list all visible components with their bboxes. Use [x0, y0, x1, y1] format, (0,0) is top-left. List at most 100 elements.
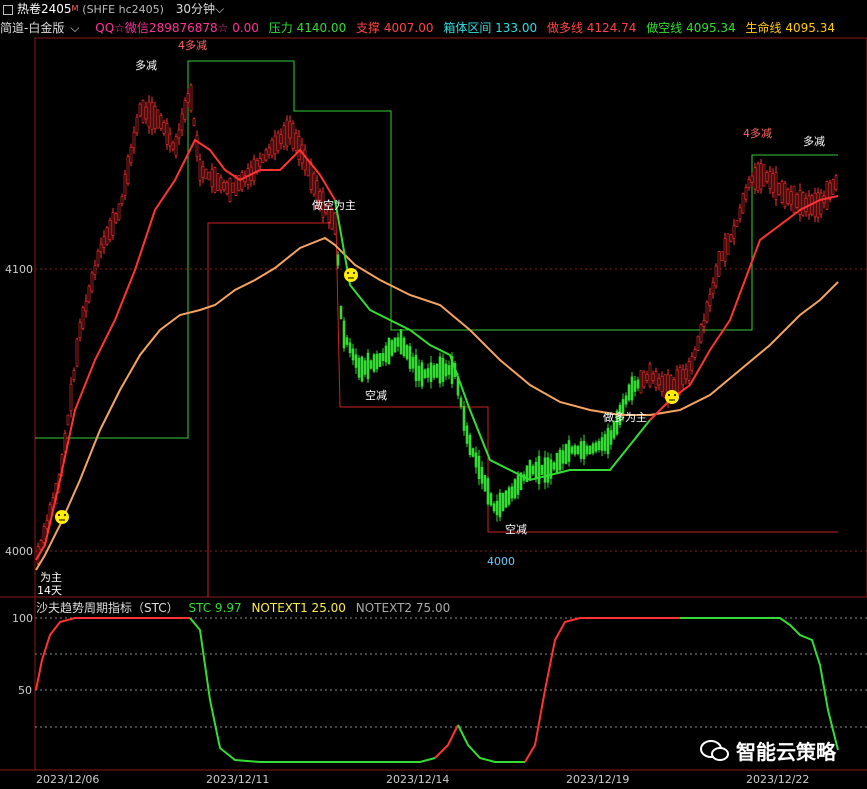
- candle-body: [834, 175, 838, 191]
- candle-body: [78, 322, 82, 338]
- candle-body: [297, 136, 301, 160]
- annotation-label: 为主: [40, 571, 62, 584]
- candle-body: [630, 376, 634, 401]
- candle-body: [735, 219, 739, 227]
- annotation-label: 4多减: [743, 126, 772, 140]
- chart-canvas[interactable]: 4100 4000 100 50 4多减 多减 做空为主 空减 空减 做多为主 …: [0, 0, 867, 789]
- candle-body: [216, 173, 220, 191]
- candle-body: [429, 362, 433, 383]
- candle-body: [198, 159, 202, 181]
- candle-body: [468, 434, 472, 456]
- candle-body: [405, 345, 409, 360]
- candle-body: [369, 360, 373, 369]
- candle-body: [645, 373, 649, 381]
- candle-body: [69, 383, 73, 412]
- long-trend-line: [35, 138, 336, 561]
- candle-body: [741, 193, 745, 214]
- candle-body: [285, 119, 289, 147]
- candle-body: [303, 149, 307, 171]
- candle-body: [477, 455, 481, 480]
- candle-body: [537, 456, 541, 484]
- date-label: 2023/12/14: [386, 773, 449, 786]
- candle-body: [213, 167, 217, 193]
- candle-body: [66, 414, 70, 426]
- candle-body: [624, 395, 628, 405]
- candle-body: [120, 196, 124, 204]
- candle-body: [648, 363, 652, 387]
- candle-body: [471, 448, 475, 457]
- annotation-label: 多减: [803, 134, 825, 148]
- candle-body: [378, 353, 382, 367]
- candle-body: [801, 192, 805, 216]
- candle-body: [294, 133, 298, 151]
- candle-body: [606, 427, 610, 455]
- candle-body: [438, 356, 442, 384]
- candle-body: [147, 101, 151, 128]
- candle-body: [579, 441, 583, 459]
- candle-body: [81, 307, 85, 329]
- candle-body: [390, 340, 394, 356]
- candle-body: [351, 348, 355, 361]
- candle-body: [171, 142, 175, 150]
- candlestick-series: [36, 83, 838, 568]
- candle-body: [705, 301, 709, 323]
- candle-body: [744, 187, 748, 200]
- candle-body: [180, 113, 184, 131]
- candle-body: [291, 122, 295, 150]
- candle-body: [738, 207, 742, 220]
- candle-body: [474, 452, 478, 468]
- candle-body: [678, 367, 682, 393]
- candle-body: [459, 397, 463, 407]
- candle-body: [486, 478, 490, 505]
- candle-body: [90, 272, 94, 292]
- candle-body: [516, 475, 520, 495]
- candle-body: [126, 156, 130, 184]
- candle-body: [603, 434, 607, 451]
- smiley-icon: [55, 510, 69, 524]
- stc-axis-100: 100: [12, 612, 33, 625]
- candle-body: [375, 353, 379, 370]
- candle-body: [144, 106, 148, 120]
- candle-body: [819, 192, 823, 215]
- candle-body: [201, 166, 205, 178]
- candle-body: [336, 254, 340, 266]
- axis-label-4100: 4100: [5, 263, 33, 276]
- date-label: 2023/12/11: [206, 773, 269, 786]
- candle-body: [495, 500, 499, 516]
- candle-body: [75, 338, 79, 367]
- date-label: 2023/12/19: [566, 773, 629, 786]
- candle-body: [753, 167, 757, 190]
- candle-body: [561, 450, 565, 464]
- candle-body: [129, 146, 133, 164]
- stc-name: 沙夫趋势周期指标（STC）: [36, 601, 179, 615]
- candle-body: [609, 430, 613, 445]
- wechat-icon: [700, 739, 729, 761]
- candle-body: [708, 294, 712, 306]
- candle-body: [381, 353, 385, 361]
- candle-body: [339, 305, 343, 320]
- candle-body: [612, 421, 616, 439]
- candle-body: [393, 337, 397, 353]
- candle-body: [795, 194, 799, 208]
- candle-body: [765, 172, 769, 182]
- candle-body: [597, 441, 601, 450]
- candle-body: [564, 444, 568, 464]
- candle-body: [567, 440, 571, 462]
- candle-body: [552, 462, 556, 470]
- candle-body: [600, 437, 604, 451]
- notext1-value: NOTEXT1 25.00: [251, 601, 346, 615]
- candle-body: [804, 197, 808, 213]
- candle-body: [132, 131, 136, 149]
- candle-body: [105, 227, 109, 245]
- candle-body: [714, 265, 718, 287]
- candle-body: [774, 172, 778, 200]
- candle-body: [87, 285, 91, 303]
- candle-body: [729, 234, 733, 242]
- notext2-value: NOTEXT2 75.00: [355, 601, 451, 615]
- support-line: [207, 222, 838, 597]
- candle-body: [372, 354, 376, 372]
- annotation-label: 14天: [37, 584, 62, 597]
- candle-body: [348, 342, 352, 354]
- candle-body: [195, 134, 199, 158]
- candle-body: [261, 154, 265, 163]
